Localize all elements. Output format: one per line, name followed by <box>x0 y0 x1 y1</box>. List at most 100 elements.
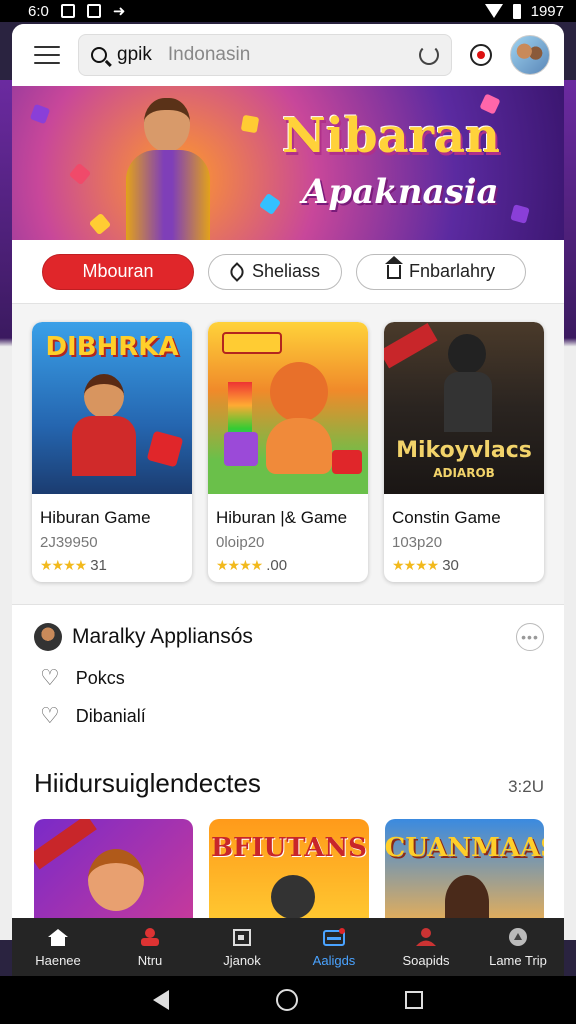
game-card[interactable]: DIBHRKA Hiburan Game 2J39950 ★★★★ 31 <box>32 322 192 582</box>
status-clock: 1997 <box>530 2 564 20</box>
thumbnail-title: BFIUTANS <box>211 833 367 863</box>
game-card[interactable]: Hiburan |& Game 0loip20 ★★★★ .00 <box>208 322 368 582</box>
nav-item-aaligds[interactable]: Aaligds <box>288 918 380 976</box>
nav-label: Haenee <box>35 952 81 968</box>
star-rating-icon: ★★★★ <box>40 557 87 573</box>
recent-apps-icon[interactable] <box>404 991 423 1009</box>
section-count[interactable]: 3:2U <box>508 777 544 797</box>
main-panel: gpik Indonasin Nibaran Apaknasia Mbouran… <box>12 24 564 919</box>
thumbnail-title: CUANMAAS <box>384 833 544 863</box>
search-bar[interactable]: gpik Indonasin <box>78 34 452 76</box>
game-card[interactable]: Mikoyvlacs ADIAROB Constin Game 103p20 ★… <box>384 322 544 582</box>
home-icon <box>48 928 68 946</box>
notification-icon <box>60 4 75 18</box>
heart-icon[interactable]: ♡ <box>40 705 60 727</box>
nav-label: Jjanok <box>223 952 261 968</box>
home-icon <box>384 255 403 279</box>
forward-icon: ➜ <box>112 3 126 20</box>
home-button-icon[interactable] <box>275 989 298 1011</box>
bottom-navigation: Haenee Ntru Jjanok Aaligds Soapids Lame … <box>12 918 564 976</box>
recommendations-section: Hiidursuiglendectes 3:2U BFIUTANS CUANMA… <box>12 744 564 919</box>
chip-label: Fnbarlahry <box>408 261 496 281</box>
nav-label: Ntru <box>137 952 163 968</box>
game-thumbnail[interactable] <box>34 819 194 919</box>
avatar[interactable] <box>510 35 550 75</box>
nav-item-ntru[interactable]: Ntru <box>104 918 196 976</box>
rating-value: .00 <box>266 557 288 574</box>
rating-value: 30 <box>442 557 459 574</box>
status-time-left: 6:0 <box>28 2 49 20</box>
top-bar: gpik Indonasin <box>12 24 564 86</box>
banner-title: Nibaran <box>282 108 501 164</box>
game-rating: ★★★★ 30 <box>384 551 544 574</box>
game-title: Hiburan |& Game <box>216 508 348 527</box>
search-placeholder: Indonasin <box>167 44 251 65</box>
chip-label: Mbouran <box>82 261 154 281</box>
more-options-icon[interactable]: ••• <box>516 623 544 651</box>
filter-chips: Mbouran Sheliass Fnbarlahry <box>12 240 564 304</box>
applications-section: Maralky Appliansós ••• ♡ Pokcs ♡ Dibania… <box>12 604 564 744</box>
nav-label: Soapids <box>402 952 450 968</box>
game-art <box>208 322 368 494</box>
game-title: Constin Game <box>392 508 501 527</box>
list-item-label: Dibanialí <box>75 705 146 726</box>
promo-banner[interactable]: Nibaran Apaknasia <box>12 86 564 240</box>
nav-item-home[interactable]: Haenee <box>12 918 104 976</box>
previous-page-peek <box>0 80 12 940</box>
compass-icon <box>509 927 527 946</box>
banner-subtitle: Apaknasia <box>302 172 499 212</box>
star-rating-icon: ★★★★ <box>216 557 263 573</box>
section-title: Maralky Appliansós <box>72 625 253 648</box>
nav-item-jjanok[interactable]: Jjanok <box>196 918 288 976</box>
list-item[interactable]: ♡ Pokcs <box>34 667 544 689</box>
notification-icon <box>86 4 101 18</box>
list-item-label: Pokcs <box>75 667 125 688</box>
next-page-peek <box>564 80 576 940</box>
wifi-icon <box>484 4 503 18</box>
person-icon <box>141 927 159 946</box>
game-art: Mikoyvlacs ADIAROB <box>384 322 544 494</box>
card-icon <box>323 927 345 946</box>
game-rating: ★★★★ .00 <box>208 551 368 574</box>
avatar <box>34 623 62 651</box>
box-icon <box>233 928 251 946</box>
star-rating-icon: ★★★★ <box>392 557 439 573</box>
feather-icon <box>227 261 247 282</box>
status-bar: 6:0 ➜ 1997 <box>0 0 576 22</box>
list-item[interactable]: ♡ Dibanialí <box>34 705 544 727</box>
game-art-subtitle: ADIAROB <box>433 466 495 480</box>
profile-icon <box>416 927 436 946</box>
search-icon <box>91 47 107 63</box>
game-meta: 103p20 <box>392 534 443 551</box>
chip-fnbarlahry[interactable]: Fnbarlahry <box>356 253 526 290</box>
menu-icon[interactable] <box>34 46 60 64</box>
search-input[interactable]: gpik <box>117 44 152 66</box>
game-art-title: Mikoyvlacs <box>396 438 532 463</box>
game-meta: 2J39950 <box>40 534 98 551</box>
system-navigation <box>0 976 576 1024</box>
game-art: DIBHRKA <box>32 322 192 494</box>
hero-character-image <box>110 94 230 240</box>
game-meta: 0loip20 <box>216 534 265 551</box>
game-title: Hiburan Game <box>40 508 151 527</box>
refresh-icon[interactable] <box>419 45 439 65</box>
section-heading: Hiidursuiglendectes <box>34 768 261 798</box>
game-cards: DIBHRKA Hiburan Game 2J39950 ★★★★ 31 Hib… <box>12 304 564 582</box>
shield-icon[interactable] <box>470 44 492 66</box>
nav-label: Aaligds <box>312 952 356 968</box>
game-thumbnail[interactable]: BFIUTANS <box>209 819 369 919</box>
battery-icon <box>512 3 521 19</box>
game-art-title: DIBHRKA <box>45 332 179 362</box>
heart-icon[interactable]: ♡ <box>40 667 60 689</box>
app-screen: 6:0 ➜ 1997 gpik Indonasin Nibaran Apakna… <box>0 0 576 1024</box>
back-icon[interactable] <box>153 990 170 1010</box>
nav-label: Lame Trip <box>489 952 547 968</box>
game-rating: ★★★★ 31 <box>32 551 192 574</box>
nav-item-soapids[interactable]: Soapids <box>380 918 472 976</box>
rating-value: 31 <box>90 557 107 574</box>
chip-mbouran[interactable]: Mbouran <box>42 253 194 290</box>
chip-sheliass[interactable]: Sheliass <box>208 253 342 290</box>
game-thumbnail[interactable]: CUANMAAS <box>384 819 544 919</box>
nav-item-lame-trip[interactable]: Lame Trip <box>472 918 564 976</box>
chip-label: Sheliass <box>251 261 321 281</box>
